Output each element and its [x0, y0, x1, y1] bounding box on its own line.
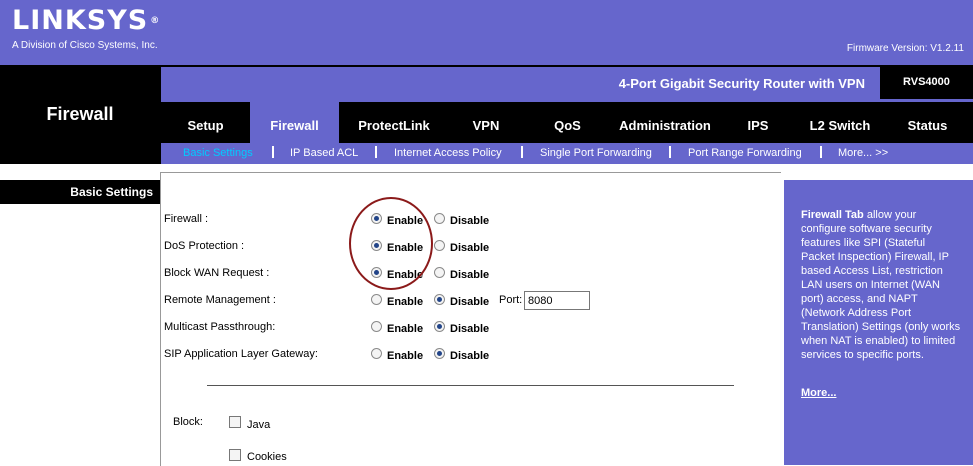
tab-firewall[interactable]: Firewall: [250, 102, 339, 143]
dos-disable-label: Disable: [450, 242, 490, 254]
subtab-more[interactable]: More... >>: [838, 147, 888, 159]
firewall-disable-radio[interactable]: [434, 213, 445, 224]
remote-mgmt-disable-radio[interactable]: [434, 294, 445, 305]
firewall-disable-label: Disable: [450, 215, 490, 227]
subnav-separator: [521, 146, 523, 158]
dos-protection-label: DoS Protection :: [164, 240, 245, 252]
sip-alg-enable-radio[interactable]: [371, 348, 382, 359]
remote-management-label: Remote Management :: [164, 294, 276, 306]
help-body: allow your configure software security f…: [801, 209, 961, 361]
tab-status[interactable]: Status: [882, 102, 973, 143]
multicast-disable-label: Disable: [450, 323, 490, 335]
tab-ips[interactable]: IPS: [718, 102, 798, 143]
block-label: Block:: [173, 416, 203, 428]
model-name: RVS4000: [903, 76, 950, 88]
block-wan-disable-radio[interactable]: [434, 267, 445, 278]
section-divider: [207, 385, 734, 386]
port-input[interactable]: [524, 291, 590, 310]
dos-disable-radio[interactable]: [434, 240, 445, 251]
multicast-disable-radio[interactable]: [434, 321, 445, 332]
multicast-enable-radio[interactable]: [371, 321, 382, 332]
help-title: Firewall Tab: [801, 209, 864, 221]
port-label: Port:: [499, 294, 523, 306]
remote-mgmt-disable-label: Disable: [450, 296, 490, 308]
cookies-checkbox[interactable]: [229, 449, 241, 461]
subtab-internet-access-policy[interactable]: Internet Access Policy: [394, 147, 502, 159]
subtab-single-port-forwarding[interactable]: Single Port Forwarding: [540, 147, 652, 159]
section-title: Firewall: [46, 104, 114, 124]
tab-administration[interactable]: Administration: [612, 102, 718, 143]
annotation-circle: [349, 197, 433, 290]
tab-setup[interactable]: Setup: [161, 102, 250, 143]
multicast-enable-label: Enable: [387, 323, 424, 335]
tab-vpn[interactable]: VPN: [449, 102, 523, 143]
cookies-label: Cookies: [247, 451, 287, 463]
product-name: 4-Port Gigabit Security Router with VPN: [618, 76, 865, 91]
remote-mgmt-enable-label: Enable: [387, 296, 424, 308]
page-heading-bar: Basic Settings: [0, 180, 160, 204]
subnav-separator: [669, 146, 671, 158]
subtab-port-range-forwarding[interactable]: Port Range Forwarding: [688, 147, 802, 159]
page-heading: Basic Settings: [70, 185, 153, 199]
remote-mgmt-enable-radio[interactable]: [371, 294, 382, 305]
subnav-separator: [272, 146, 274, 158]
subnav-separator: [820, 146, 822, 158]
subnav-separator: [375, 146, 377, 158]
model-box: RVS4000: [880, 67, 973, 99]
tab-qos[interactable]: QoS: [523, 102, 612, 143]
java-label: Java: [247, 419, 271, 431]
sip-alg-enable-label: Enable: [387, 350, 424, 362]
left-column: [0, 164, 160, 465]
sip-alg-disable-label: Disable: [450, 350, 490, 362]
tab-l2-switch[interactable]: L2 Switch: [798, 102, 882, 143]
help-more-link[interactable]: More...: [801, 387, 836, 399]
tab-protectlink[interactable]: ProtectLink: [339, 102, 449, 143]
block-wan-disable-label: Disable: [450, 269, 490, 281]
java-checkbox[interactable]: [229, 416, 241, 428]
firewall-label: Firewall :: [164, 213, 209, 225]
subtab-basic-settings[interactable]: Basic Settings: [183, 147, 253, 159]
sip-alg-disable-radio[interactable]: [434, 348, 445, 359]
subtab-ip-based-acl[interactable]: IP Based ACL: [290, 147, 358, 159]
firmware-version: Firmware Version: V1.2.11: [846, 43, 964, 54]
multicast-label: Multicast Passthrough:: [164, 321, 276, 333]
help-text: Firewall Tab allow your configure softwa…: [801, 208, 961, 362]
logo-subtitle: A Division of Cisco Systems, Inc.: [12, 40, 158, 51]
block-wan-label: Block WAN Request :: [164, 267, 270, 279]
sip-alg-label: SIP Application Layer Gateway:: [164, 348, 318, 360]
linksys-logo: LINKSYS ®: [12, 5, 161, 36]
